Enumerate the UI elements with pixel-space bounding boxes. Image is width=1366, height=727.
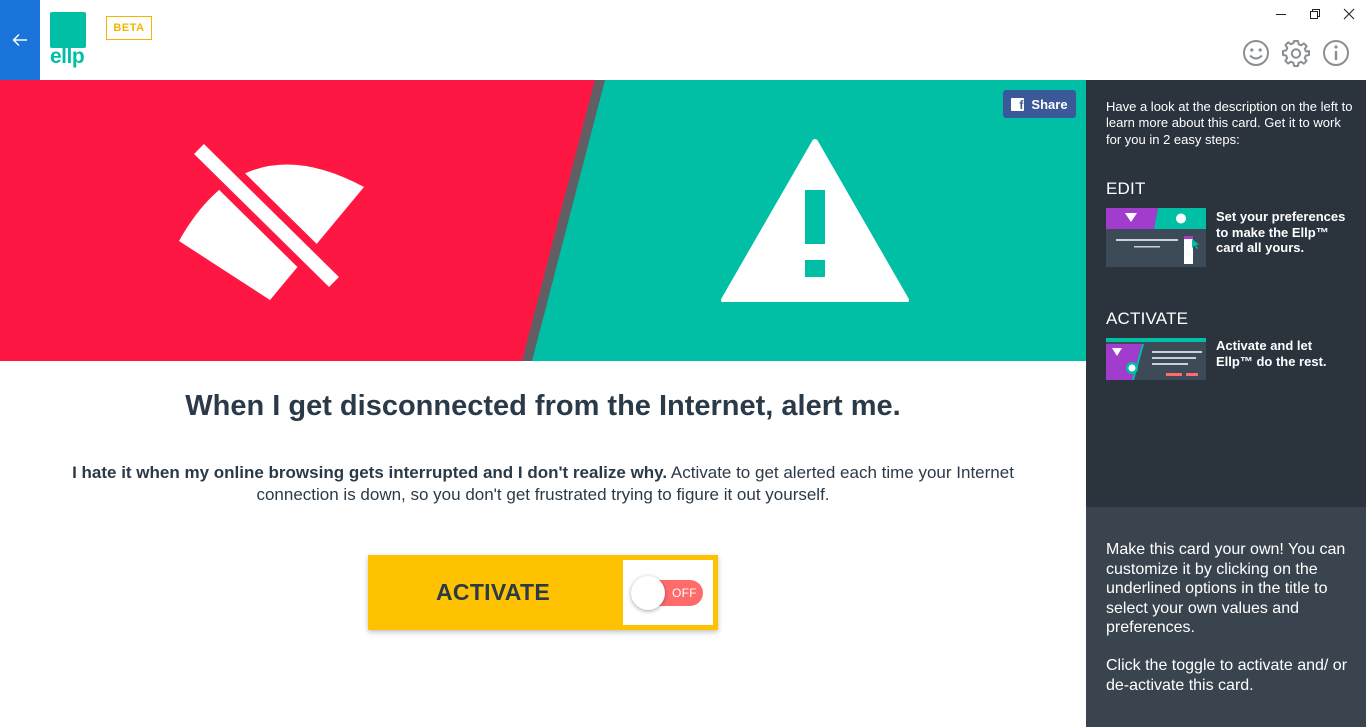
info-icon [1323, 40, 1349, 66]
minimize-icon [1276, 14, 1286, 15]
title-bar: ellp BETA [0, 0, 1366, 80]
step-activate-text: Activate and let Ellp™ do the rest. [1216, 338, 1327, 369]
close-button[interactable] [1335, 4, 1363, 24]
card-description: I hate it when my online browsing gets i… [55, 462, 1031, 506]
warning-triangle-icon [721, 139, 909, 302]
restore-button[interactable] [1301, 4, 1329, 24]
minimize-button[interactable] [1267, 4, 1295, 24]
edit-step-illustration [1106, 208, 1206, 267]
step-activate-title: ACTIVATE [1106, 309, 1189, 328]
tip-toggle: Click the toggle to activate and/ or de-… [1106, 657, 1348, 694]
smiley-icon [1243, 40, 1269, 66]
toggle-knob [631, 576, 665, 610]
restore-icon [1310, 9, 1320, 19]
logo-square [50, 12, 86, 48]
step-edit-title: EDIT [1106, 179, 1146, 198]
close-icon [1343, 8, 1355, 20]
step-edit-text: Set your preferences to make the Ellp™ c… [1216, 209, 1346, 255]
logo-text: ellp [50, 45, 85, 68]
beta-badge: BETA [106, 16, 152, 40]
back-button[interactable] [0, 0, 40, 80]
wifi-off-icon [179, 138, 364, 300]
toggle-container: OFF [623, 560, 713, 625]
card-hero-image: f Share [0, 80, 1086, 361]
ellp-logo: ellp [50, 12, 90, 70]
activate-toggle[interactable]: OFF [631, 576, 703, 610]
gear-icon [1282, 40, 1310, 67]
feedback-button[interactable] [1241, 38, 1271, 68]
hero-background [0, 80, 605, 361]
activate-label: ACTIVATE [436, 579, 550, 605]
card-title: When I get disconnected from the Interne… [185, 390, 901, 422]
info-button[interactable] [1321, 38, 1351, 68]
settings-button[interactable] [1281, 38, 1311, 68]
tip-customize: Make this card your own! You can customi… [1106, 541, 1346, 636]
share-label: Share [1031, 96, 1068, 112]
sidebar-intro: Have a look at the description on the le… [1106, 99, 1353, 147]
arrow-left-icon [12, 34, 27, 46]
activate-button[interactable]: ACTIVATE OFF [368, 555, 718, 630]
facebook-share-button[interactable]: f Share [1003, 90, 1076, 118]
sidebar-tips: Make this card your own! You can customi… [1086, 507, 1366, 727]
description-emphasis: I hate it when my online browsing gets i… [72, 463, 668, 482]
activate-step-illustration [1106, 338, 1206, 380]
help-sidebar: Have a look at the description on the le… [1086, 80, 1366, 507]
toggle-state-label: OFF [672, 586, 697, 600]
facebook-icon: f [1011, 97, 1025, 111]
